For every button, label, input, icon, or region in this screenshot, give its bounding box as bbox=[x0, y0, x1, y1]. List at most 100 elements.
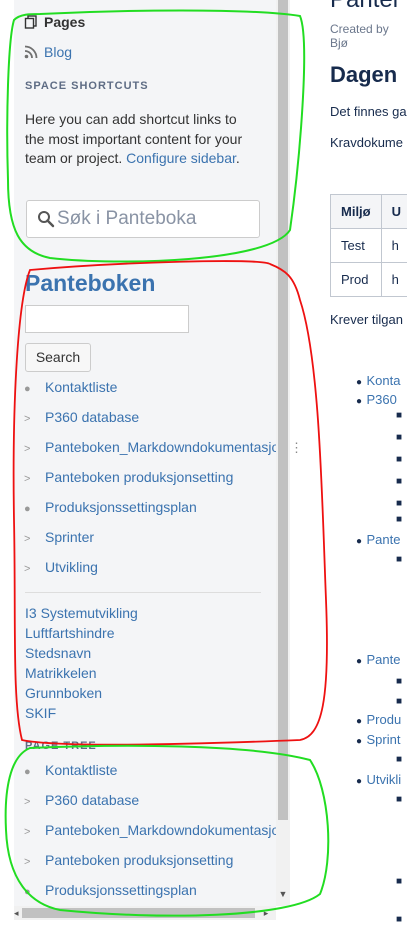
bullet-icon: ● bbox=[356, 776, 363, 787]
sidebar-gutter bbox=[0, 0, 14, 929]
list-item[interactable]: ● Pante bbox=[356, 531, 400, 549]
page-tree-item[interactable]: > Panteboken produksjonsetting bbox=[24, 852, 233, 872]
bullet-icon: ■ bbox=[396, 876, 403, 887]
chevron-right-icon[interactable]: > bbox=[24, 443, 38, 455]
chevron-right-icon[interactable]: > bbox=[24, 826, 38, 838]
table-link-cell[interactable]: h bbox=[380, 228, 407, 263]
paragraph-2: Kravdokume bbox=[330, 135, 403, 150]
bullet-icon: ● bbox=[24, 766, 31, 778]
bullet-icon: ■ bbox=[396, 676, 403, 687]
chevron-right-icon[interactable]: > bbox=[24, 473, 38, 485]
bullet-icon: ● bbox=[356, 396, 363, 407]
chevron-right-icon[interactable]: > bbox=[24, 563, 38, 575]
chevron-right-icon[interactable]: > bbox=[24, 856, 38, 868]
list-item-link[interactable]: Konta bbox=[367, 373, 401, 388]
list-item-link[interactable]: Sprint bbox=[367, 732, 401, 747]
created-by: Created by Bjø bbox=[330, 22, 389, 50]
page-tree-item[interactable]: > Panteboken_Markdowndokumentasjon bbox=[24, 822, 276, 842]
list-item[interactable]: ● Konta bbox=[356, 372, 400, 390]
sidebar-resize-handle-icon[interactable]: ⋮ bbox=[290, 440, 303, 456]
scroll-down-arrow-icon[interactable]: ▼ bbox=[278, 889, 288, 901]
divider bbox=[25, 592, 261, 593]
child-page-item[interactable]: > Sprinter bbox=[24, 529, 94, 549]
pages-label: Pages bbox=[44, 14, 86, 30]
search-placeholder: Søk i Panteboka bbox=[57, 208, 197, 229]
table-cell: Prod bbox=[330, 262, 382, 297]
table-header-cell: Miljø bbox=[330, 194, 382, 229]
bullet-icon: ■ bbox=[396, 696, 403, 707]
child-page-item[interactable]: > Panteboken produksjonsetting bbox=[24, 469, 233, 489]
bullet-icon: ■ bbox=[396, 514, 403, 525]
space-search-input[interactable]: Søk i Panteboka bbox=[26, 200, 260, 238]
child-page-item[interactable]: > Panteboken_Markdowndokumentasjon bbox=[24, 439, 276, 459]
sidebar-link[interactable]: Matrikkelen bbox=[25, 665, 97, 681]
children-search-input[interactable] bbox=[25, 305, 189, 333]
table-row: Test h bbox=[330, 228, 407, 263]
scroll-right-arrow-icon[interactable]: ▸ bbox=[260, 906, 272, 920]
pages-link[interactable]: Pages bbox=[24, 14, 85, 30]
access-note: Krever tilgan bbox=[330, 312, 403, 327]
list-item[interactable]: ● Produ bbox=[356, 711, 401, 729]
scroll-left-arrow-icon[interactable]: ◂ bbox=[14, 906, 22, 920]
list-item[interactable]: ● P360 bbox=[356, 391, 397, 409]
page-tree-item[interactable]: ● Produksjonssettingsplan bbox=[24, 882, 197, 902]
page-tree-item[interactable]: > P360 database bbox=[24, 792, 139, 812]
blog-label: Blog bbox=[44, 44, 73, 60]
sidebar-link[interactable]: Grunnboken bbox=[25, 685, 102, 701]
table-header-cell: U bbox=[380, 194, 407, 229]
bullet-icon: ● bbox=[24, 383, 31, 395]
chevron-right-icon[interactable]: > bbox=[24, 533, 38, 545]
sidebar-link[interactable]: Luftfartshindre bbox=[25, 625, 115, 641]
paragraph-1: Det finnes ga bbox=[330, 104, 407, 119]
child-page-item[interactable]: ● Kontaktliste bbox=[24, 379, 117, 399]
bullet-icon: ■ bbox=[396, 554, 403, 565]
page-title: Pantel bbox=[330, 0, 398, 14]
list-item-link[interactable]: Pante bbox=[367, 532, 401, 547]
vertical-scrollbar-thumb[interactable] bbox=[278, 0, 288, 820]
child-page-item[interactable]: > P360 database bbox=[24, 409, 139, 429]
bullet-icon: ● bbox=[356, 656, 363, 667]
child-page-item[interactable]: > Utvikling bbox=[24, 559, 98, 579]
bullet-icon: ● bbox=[24, 886, 31, 898]
space-shortcuts-heading: SPACE SHORTCUTS bbox=[25, 80, 149, 92]
bullet-icon: ■ bbox=[396, 410, 403, 421]
bullet-icon: ■ bbox=[396, 498, 403, 509]
sidebar-link[interactable]: I3 Systemutvikling bbox=[25, 605, 138, 621]
bullet-icon: ● bbox=[356, 377, 363, 388]
shortcut-help-text: Here you can add shortcut links to the m… bbox=[25, 111, 243, 166]
table-header-row: Miljø U bbox=[330, 194, 407, 229]
bullet-icon: ■ bbox=[396, 454, 403, 465]
table-cell: Test bbox=[330, 228, 382, 263]
bullet-icon: ■ bbox=[396, 432, 403, 443]
search-button[interactable]: Search bbox=[25, 343, 91, 372]
table-row: Prod h bbox=[330, 262, 407, 297]
sidebar-link[interactable]: SKIF bbox=[25, 705, 56, 721]
list-item[interactable]: ● Sprint bbox=[356, 731, 400, 749]
environment-table: Miljø U Test h Prod h bbox=[330, 194, 407, 297]
list-item-link[interactable]: Produ bbox=[367, 712, 402, 727]
horizontal-scrollbar-thumb[interactable] bbox=[22, 908, 255, 918]
configure-sidebar-link[interactable]: Configure sidebar bbox=[126, 150, 236, 166]
page-tree-item[interactable]: ● Kontaktliste bbox=[24, 762, 117, 782]
space-title[interactable]: Panteboken bbox=[25, 270, 155, 297]
bullet-icon: ■ bbox=[396, 476, 403, 487]
page-tree-heading: PAGE TREE bbox=[25, 740, 97, 752]
list-item-link[interactable]: P360 bbox=[367, 392, 397, 407]
list-item[interactable]: ● Pante bbox=[356, 651, 400, 669]
bullet-icon: ● bbox=[356, 736, 363, 747]
blog-link[interactable]: Blog bbox=[24, 44, 72, 60]
bullet-icon: ■ bbox=[396, 914, 403, 925]
pages-icon bbox=[24, 15, 38, 29]
list-item-link[interactable]: Pante bbox=[367, 652, 401, 667]
chevron-right-icon[interactable]: > bbox=[24, 413, 38, 425]
search-icon bbox=[38, 211, 55, 228]
table-link-cell[interactable]: h bbox=[380, 262, 407, 297]
bullet-icon: ■ bbox=[396, 794, 403, 805]
list-item[interactable]: ● Utvikli bbox=[356, 771, 401, 789]
sidebar-link[interactable]: Stedsnavn bbox=[25, 645, 91, 661]
child-page-item[interactable]: ● Produksjonssettingsplan bbox=[24, 499, 197, 519]
bullet-icon: ● bbox=[356, 536, 363, 547]
chevron-right-icon[interactable]: > bbox=[24, 796, 38, 808]
list-item-link[interactable]: Utvikli bbox=[367, 772, 402, 787]
bullet-icon: ■ bbox=[396, 754, 403, 765]
